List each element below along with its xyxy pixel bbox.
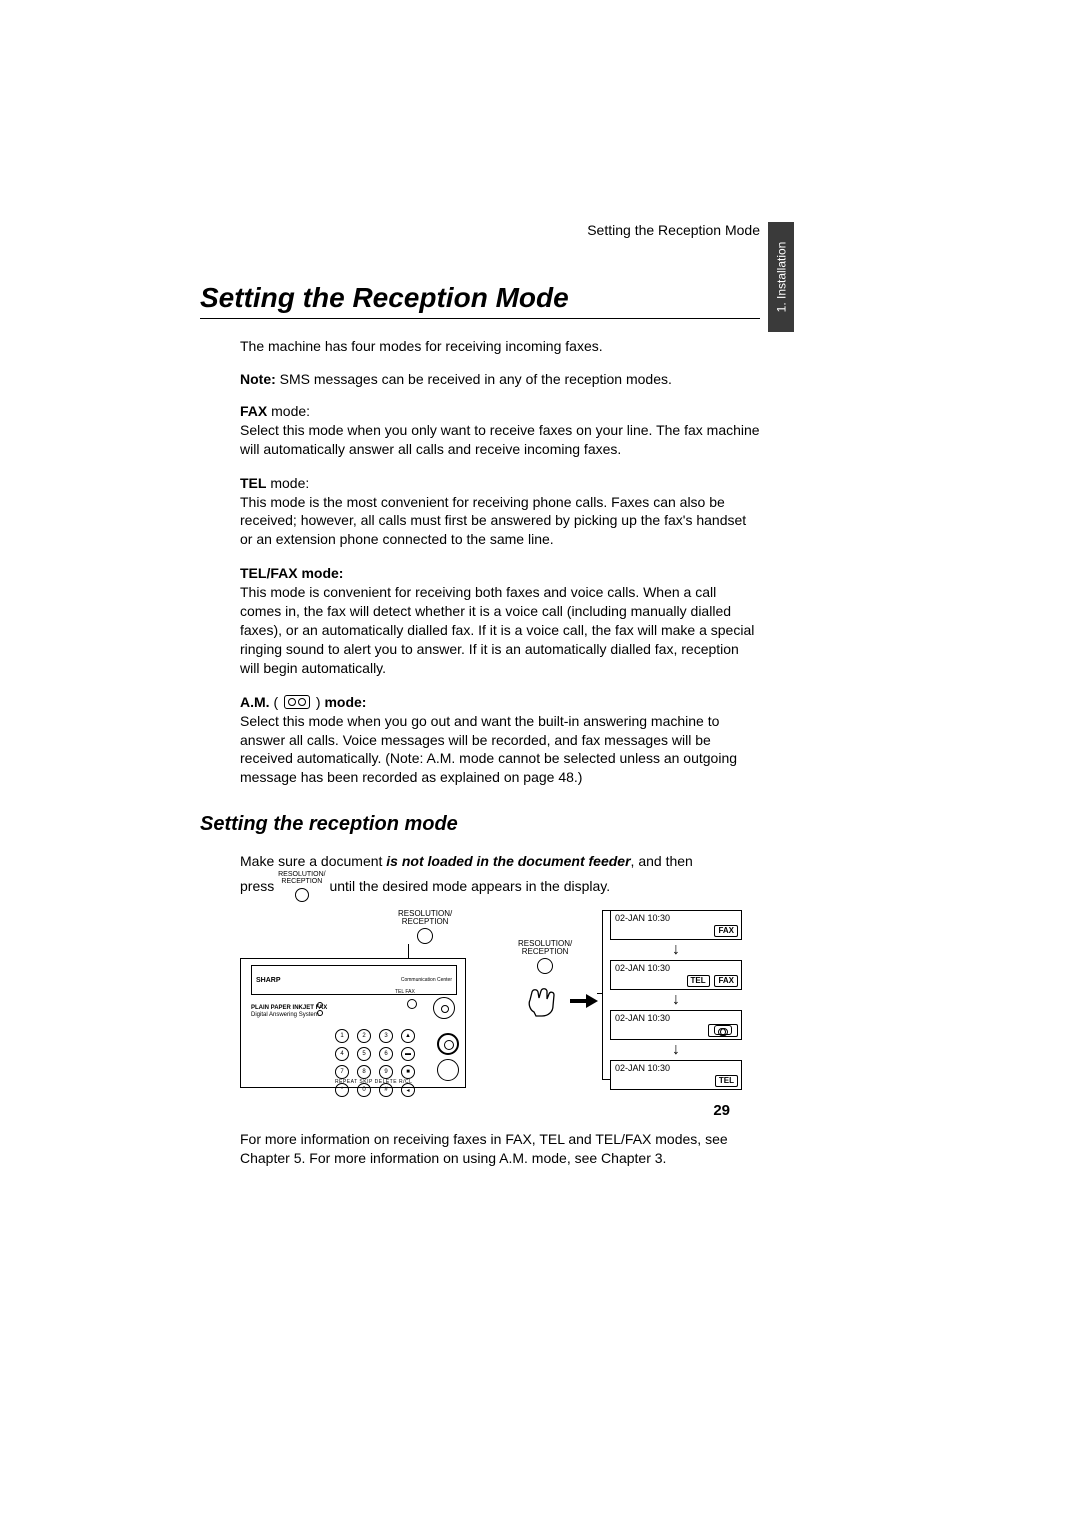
- speaker-button-icon: [437, 1059, 459, 1081]
- display-state-tel-fax: 02-JAN 10:30 TEL FAX: [610, 960, 742, 990]
- mode-am-head: A.M. ( ) mode:: [240, 694, 760, 710]
- intro-paragraph: The machine has four modes for receiving…: [240, 337, 760, 356]
- mode-am-paren-open: (: [270, 694, 282, 710]
- badge-fax: FAX: [714, 925, 738, 937]
- resolution-reception-button-inline: RESOLUTION/ RECEPTION: [278, 871, 325, 904]
- btn-label-bot: RECEPTION: [278, 878, 325, 885]
- mode-telfax: TEL/FAX mode: This mode is convenient fo…: [240, 565, 760, 677]
- instr-2b: until the desired mode appears in the di…: [329, 878, 610, 894]
- press-hand-icon: [520, 982, 560, 1022]
- callout1-bot: RECEPTION: [398, 918, 452, 926]
- keypad: 123▲ 456▬ 789■ *0#◂: [335, 1029, 445, 1097]
- badge-tel: TEL: [715, 1075, 738, 1087]
- mode-tel-head: TEL mode:: [240, 475, 760, 491]
- arrow-down-icon: ↓: [610, 1042, 742, 1058]
- fax-machine-illustration: SHARP Communication Center PLAIN PAPER I…: [240, 958, 466, 1088]
- dpad-icon: [433, 997, 455, 1019]
- fax-lcd: SHARP Communication Center: [251, 965, 457, 995]
- fax-right-label: Communication Center: [401, 977, 452, 983]
- display-time: 02-JAN 10:30: [615, 913, 737, 923]
- instruction-line-2: press RESOLUTION/ RECEPTION until the de…: [240, 871, 760, 904]
- mode-tel-body: This mode is the most convenient for rec…: [240, 493, 760, 550]
- circle-button-icon: [537, 958, 553, 974]
- mode-am-head-post: mode:: [324, 694, 366, 710]
- page-number: 29: [713, 1102, 730, 1119]
- note-label: Note:: [240, 371, 276, 387]
- instr-2a: press: [240, 878, 278, 894]
- display-state-am: 02-JAN 10:30: [610, 1010, 742, 1040]
- badge-tel: TEL: [687, 975, 710, 987]
- mode-tel: TEL mode: This mode is the most convenie…: [240, 475, 760, 550]
- mode-telfax-body: This mode is convenient for receiving bo…: [240, 583, 760, 677]
- resolution-button-callout-1: RESOLUTION/ RECEPTION: [398, 910, 452, 944]
- mode-fax-head-rest: mode:: [267, 403, 310, 419]
- fax-center-label: TEL FAX: [395, 989, 415, 995]
- title-rule: [200, 318, 760, 319]
- mode-am: A.M. ( ) mode: Select this mode when you…: [240, 694, 760, 788]
- display-time: 02-JAN 10:30: [615, 963, 737, 973]
- mode-fax-head-bold: FAX: [240, 403, 267, 419]
- arrow-right-icon: [570, 994, 600, 1008]
- instr-1-em: is not loaded in the document feeder: [386, 853, 630, 869]
- callout-line: [408, 944, 409, 958]
- fax-brand: SHARP: [256, 977, 281, 984]
- note-text: SMS messages can be received in any of t…: [276, 371, 672, 387]
- note-paragraph: Note: SMS messages can be received in an…: [240, 370, 760, 389]
- chapter-tab-label: 1. Installation: [774, 242, 788, 313]
- mode-am-body: Select this mode when you go out and wan…: [240, 712, 760, 788]
- display-state-fax: 02-JAN 10:30 FAX: [610, 910, 742, 940]
- mode-tel-head-bold: TEL: [240, 475, 266, 491]
- display-time: 02-JAN 10:30: [615, 1063, 737, 1073]
- badge-am-cassette: [708, 1024, 738, 1037]
- instr-1a: Make sure a document: [240, 853, 386, 869]
- fax-center-button-icon: [407, 999, 417, 1009]
- fax-led-column: [315, 1001, 325, 1017]
- display-state-tel: 02-JAN 10:30 TEL: [610, 1060, 742, 1090]
- circle-button-icon: [295, 888, 309, 902]
- bracket-icon: [602, 910, 610, 1080]
- arrow-down-icon: ↓: [610, 942, 742, 958]
- page-title: Setting the Reception Mode: [200, 282, 760, 314]
- instruction-line-1: Make sure a document is not loaded in th…: [240, 852, 760, 871]
- display-time: 02-JAN 10:30: [615, 1013, 737, 1023]
- mode-fax-head: FAX mode:: [240, 403, 760, 419]
- jog-dial-icon: [437, 1033, 459, 1055]
- mode-fax: FAX mode: Select this mode when you only…: [240, 403, 760, 459]
- mode-am-head-pre: A.M.: [240, 694, 270, 710]
- circle-button-icon: [417, 928, 433, 944]
- arrow-down-icon: ↓: [610, 992, 742, 1008]
- mode-telfax-head: TEL/FAX mode:: [240, 565, 760, 581]
- cassette-icon: [284, 695, 310, 709]
- btn-label-top: RESOLUTION/: [278, 871, 325, 878]
- display-sequence: 02-JAN 10:30 FAX ↓ 02-JAN 10:30 TEL FAX …: [610, 910, 742, 1094]
- mode-tel-head-rest: mode:: [266, 475, 309, 491]
- page-body: Setting the Reception Mode The machine h…: [200, 222, 760, 1168]
- instr-1b: , and then: [631, 853, 693, 869]
- mode-fax-body: Select this mode when you only want to r…: [240, 421, 760, 459]
- keypad-bottom-labels: REPEAT SKIP DELETE R/CL: [335, 1079, 412, 1085]
- badge-fax: FAX: [714, 975, 738, 987]
- section-heading: Setting the reception mode: [200, 813, 760, 836]
- resolution-button-callout-2: RESOLUTION/ RECEPTION: [518, 940, 572, 974]
- mode-diagram: RESOLUTION/ RECEPTION SHARP Communicatio…: [240, 914, 760, 1114]
- callout2-bot: RECEPTION: [518, 948, 572, 956]
- chapter-tab: 1. Installation: [768, 222, 794, 332]
- closing-paragraph: For more information on receiving faxes …: [240, 1130, 760, 1168]
- mode-am-paren-close: ): [312, 694, 324, 710]
- cassette-icon: [714, 1025, 732, 1035]
